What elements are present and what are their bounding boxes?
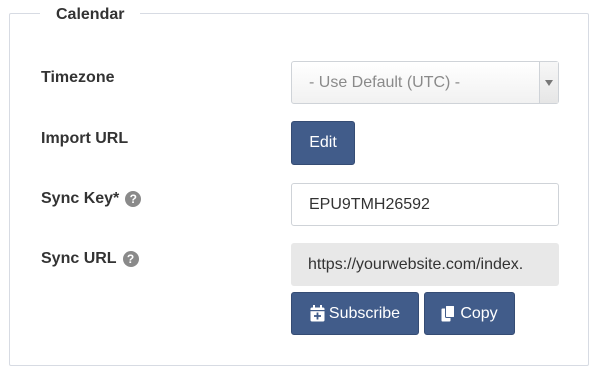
sync-url-label-text: Sync URL <box>41 250 117 267</box>
sync-url-field[interactable]: https://yourwebsite.com/index. <box>291 243 559 286</box>
select-arrow-icon[interactable] <box>539 62 558 103</box>
sync-url-label: Sync URL ? <box>41 249 139 269</box>
subscribe-button-label: Subscribe <box>328 304 401 322</box>
timezone-label: Timezone <box>41 68 115 88</box>
sync-key-label-text: Sync Key* <box>41 190 120 207</box>
timezone-select[interactable]: - Use Default (UTC) - <box>291 61 559 104</box>
edit-button-label: Edit <box>309 134 337 151</box>
section-legend: Calendar <box>40 4 141 26</box>
sync-key-label: Sync Key* ? <box>41 189 142 209</box>
question-circle-icon[interactable]: ? <box>122 251 139 267</box>
copy-button[interactable]: Copy <box>424 292 515 335</box>
copy-icon <box>441 305 456 322</box>
sync-url-value: https://yourwebsite.com/index. <box>308 255 524 273</box>
timezone-label-text: Timezone <box>41 69 115 86</box>
calendar-plus-icon <box>310 305 325 322</box>
subscribe-button[interactable]: Subscribe <box>291 292 419 335</box>
edit-button[interactable]: Edit <box>291 121 355 165</box>
copy-button-label: Copy <box>460 304 498 322</box>
import-url-label: Import URL <box>41 129 128 149</box>
import-url-label-text: Import URL <box>41 130 129 147</box>
question-circle-icon[interactable]: ? <box>125 191 142 207</box>
timezone-selected-value: - Use Default (UTC) - <box>309 73 461 91</box>
sync-key-input[interactable] <box>291 183 559 226</box>
